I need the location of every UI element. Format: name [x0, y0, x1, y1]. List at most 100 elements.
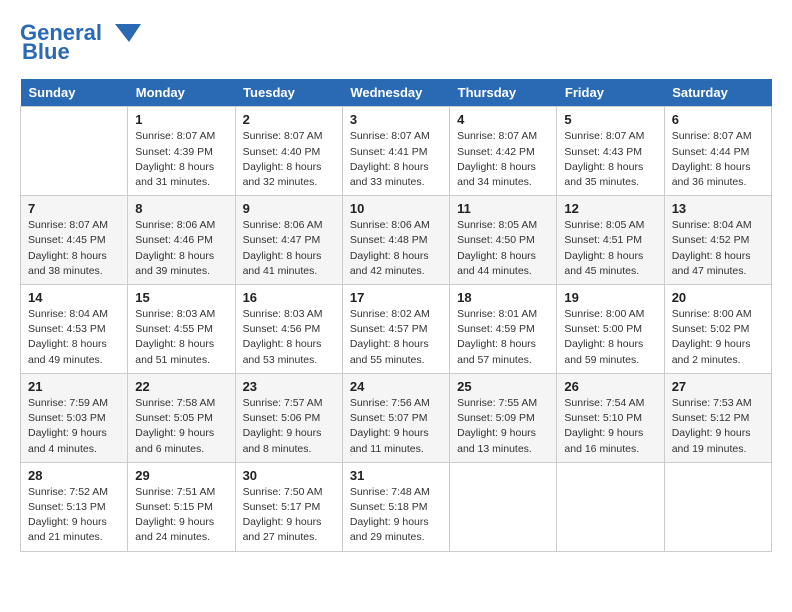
- day-number: 10: [350, 201, 442, 216]
- day-info: Sunrise: 8:00 AMSunset: 5:02 PMDaylight:…: [672, 307, 764, 368]
- day-number: 19: [564, 290, 656, 305]
- day-info: Sunrise: 8:04 AMSunset: 4:53 PMDaylight:…: [28, 307, 120, 368]
- calendar-week-row: 28 Sunrise: 7:52 AMSunset: 5:13 PMDayligh…: [21, 462, 772, 551]
- day-info: Sunrise: 8:00 AMSunset: 5:00 PMDaylight:…: [564, 307, 656, 368]
- calendar-week-row: 1 Sunrise: 8:07 AMSunset: 4:39 PMDaylight…: [21, 107, 772, 196]
- day-info: Sunrise: 7:52 AMSunset: 5:13 PMDaylight:…: [28, 485, 120, 546]
- day-number: 21: [28, 379, 120, 394]
- day-info: Sunrise: 8:07 AMSunset: 4:40 PMDaylight:…: [243, 129, 335, 190]
- day-number: 8: [135, 201, 227, 216]
- col-header-wednesday: Wednesday: [342, 79, 449, 107]
- day-number: 3: [350, 112, 442, 127]
- day-number: 12: [564, 201, 656, 216]
- day-number: 26: [564, 379, 656, 394]
- calendar-table: SundayMondayTuesdayWednesdayThursdayFrid…: [20, 79, 772, 551]
- day-number: 25: [457, 379, 549, 394]
- day-info: Sunrise: 8:07 AMSunset: 4:45 PMDaylight:…: [28, 218, 120, 279]
- day-info: Sunrise: 8:06 AMSunset: 4:47 PMDaylight:…: [243, 218, 335, 279]
- day-number: 24: [350, 379, 442, 394]
- day-info: Sunrise: 8:02 AMSunset: 4:57 PMDaylight:…: [350, 307, 442, 368]
- col-header-monday: Monday: [128, 79, 235, 107]
- calendar-cell: 12 Sunrise: 8:05 AMSunset: 4:51 PMDayligh…: [557, 196, 664, 285]
- day-info: Sunrise: 8:07 AMSunset: 4:44 PMDaylight:…: [672, 129, 764, 190]
- day-info: Sunrise: 8:07 AMSunset: 4:42 PMDaylight:…: [457, 129, 549, 190]
- col-header-sunday: Sunday: [21, 79, 128, 107]
- day-number: 4: [457, 112, 549, 127]
- day-info: Sunrise: 8:03 AMSunset: 4:55 PMDaylight:…: [135, 307, 227, 368]
- calendar-cell: 22Sunrise: 7:58 AMSunset: 5:05 PMDayligh…: [128, 373, 235, 462]
- calendar-cell: 7 Sunrise: 8:07 AMSunset: 4:45 PMDaylight…: [21, 196, 128, 285]
- day-number: 27: [672, 379, 764, 394]
- calendar-week-row: 14 Sunrise: 8:04 AMSunset: 4:53 PMDayligh…: [21, 285, 772, 374]
- calendar-cell: 24Sunrise: 7:56 AMSunset: 5:07 PMDayligh…: [342, 373, 449, 462]
- day-info: Sunrise: 7:59 AMSunset: 5:03 PMDaylight:…: [28, 396, 120, 457]
- calendar-cell: 3 Sunrise: 8:07 AMSunset: 4:41 PMDaylight…: [342, 107, 449, 196]
- calendar-header-row: SundayMondayTuesdayWednesdayThursdayFrid…: [21, 79, 772, 107]
- day-info: Sunrise: 7:57 AMSunset: 5:06 PMDaylight:…: [243, 396, 335, 457]
- calendar-cell: 5 Sunrise: 8:07 AMSunset: 4:43 PMDaylight…: [557, 107, 664, 196]
- day-number: 2: [243, 112, 335, 127]
- calendar-cell: [450, 462, 557, 551]
- day-info: Sunrise: 8:06 AMSunset: 4:48 PMDaylight:…: [350, 218, 442, 279]
- day-info: Sunrise: 8:07 AMSunset: 4:43 PMDaylight:…: [564, 129, 656, 190]
- day-info: Sunrise: 8:06 AMSunset: 4:46 PMDaylight:…: [135, 218, 227, 279]
- day-number: 17: [350, 290, 442, 305]
- calendar-week-row: 21 Sunrise: 7:59 AMSunset: 5:03 PMDayligh…: [21, 373, 772, 462]
- day-info: Sunrise: 7:51 AMSunset: 5:15 PMDaylight:…: [135, 485, 227, 546]
- day-number: 11: [457, 201, 549, 216]
- day-number: 23: [243, 379, 335, 394]
- calendar-cell: 16Sunrise: 8:03 AMSunset: 4:56 PMDayligh…: [235, 285, 342, 374]
- day-info: Sunrise: 7:50 AMSunset: 5:17 PMDaylight:…: [243, 485, 335, 546]
- calendar-cell: 29 Sunrise: 7:51 AMSunset: 5:15 PMDayligh…: [128, 462, 235, 551]
- day-info: Sunrise: 7:48 AMSunset: 5:18 PMDaylight:…: [350, 485, 442, 546]
- day-number: 20: [672, 290, 764, 305]
- day-info: Sunrise: 8:07 AMSunset: 4:39 PMDaylight:…: [135, 129, 227, 190]
- col-header-thursday: Thursday: [450, 79, 557, 107]
- day-number: 31: [350, 468, 442, 483]
- col-header-friday: Friday: [557, 79, 664, 107]
- day-number: 28: [28, 468, 120, 483]
- day-number: 5: [564, 112, 656, 127]
- calendar-cell: 21 Sunrise: 7:59 AMSunset: 5:03 PMDayligh…: [21, 373, 128, 462]
- day-number: 9: [243, 201, 335, 216]
- day-info: Sunrise: 8:05 AMSunset: 4:50 PMDaylight:…: [457, 218, 549, 279]
- calendar-cell: [557, 462, 664, 551]
- logo-blue-text: Blue: [20, 41, 70, 63]
- calendar-cell: 19 Sunrise: 8:00 AMSunset: 5:00 PMDayligh…: [557, 285, 664, 374]
- col-header-saturday: Saturday: [664, 79, 771, 107]
- logo-icon: [105, 22, 141, 44]
- day-number: 15: [135, 290, 227, 305]
- day-number: 16: [243, 290, 335, 305]
- day-number: 30: [243, 468, 335, 483]
- day-number: 13: [672, 201, 764, 216]
- day-number: 29: [135, 468, 227, 483]
- day-number: 22: [135, 379, 227, 394]
- calendar-cell: 11 Sunrise: 8:05 AMSunset: 4:50 PMDayligh…: [450, 196, 557, 285]
- calendar-week-row: 7 Sunrise: 8:07 AMSunset: 4:45 PMDaylight…: [21, 196, 772, 285]
- calendar-cell: 6 Sunrise: 8:07 AMSunset: 4:44 PMDaylight…: [664, 107, 771, 196]
- calendar-cell: 18 Sunrise: 8:01 AMSunset: 4:59 PMDayligh…: [450, 285, 557, 374]
- day-info: Sunrise: 8:05 AMSunset: 4:51 PMDaylight:…: [564, 218, 656, 279]
- day-number: 7: [28, 201, 120, 216]
- calendar-cell: [664, 462, 771, 551]
- logo: General Blue: [20, 20, 141, 63]
- day-number: 18: [457, 290, 549, 305]
- calendar-cell: 10 Sunrise: 8:06 AMSunset: 4:48 PMDayligh…: [342, 196, 449, 285]
- calendar-cell: 14 Sunrise: 8:04 AMSunset: 4:53 PMDayligh…: [21, 285, 128, 374]
- calendar-cell: 31 Sunrise: 7:48 AMSunset: 5:18 PMDayligh…: [342, 462, 449, 551]
- day-number: 14: [28, 290, 120, 305]
- day-number: 1: [135, 112, 227, 127]
- day-info: Sunrise: 7:55 AMSunset: 5:09 PMDaylight:…: [457, 396, 549, 457]
- page-header: General Blue: [20, 20, 772, 63]
- day-info: Sunrise: 7:53 AMSunset: 5:12 PMDaylight:…: [672, 396, 764, 457]
- calendar-cell: 9 Sunrise: 8:06 AMSunset: 4:47 PMDaylight…: [235, 196, 342, 285]
- calendar-cell: [21, 107, 128, 196]
- calendar-cell: 28 Sunrise: 7:52 AMSunset: 5:13 PMDayligh…: [21, 462, 128, 551]
- day-info: Sunrise: 8:04 AMSunset: 4:52 PMDaylight:…: [672, 218, 764, 279]
- day-number: 6: [672, 112, 764, 127]
- calendar-cell: 15 Sunrise: 8:03 AMSunset: 4:55 PMDayligh…: [128, 285, 235, 374]
- day-info: Sunrise: 8:01 AMSunset: 4:59 PMDaylight:…: [457, 307, 549, 368]
- day-info: Sunrise: 8:07 AMSunset: 4:41 PMDaylight:…: [350, 129, 442, 190]
- calendar-cell: 1 Sunrise: 8:07 AMSunset: 4:39 PMDaylight…: [128, 107, 235, 196]
- calendar-cell: 27 Sunrise: 7:53 AMSunset: 5:12 PMDayligh…: [664, 373, 771, 462]
